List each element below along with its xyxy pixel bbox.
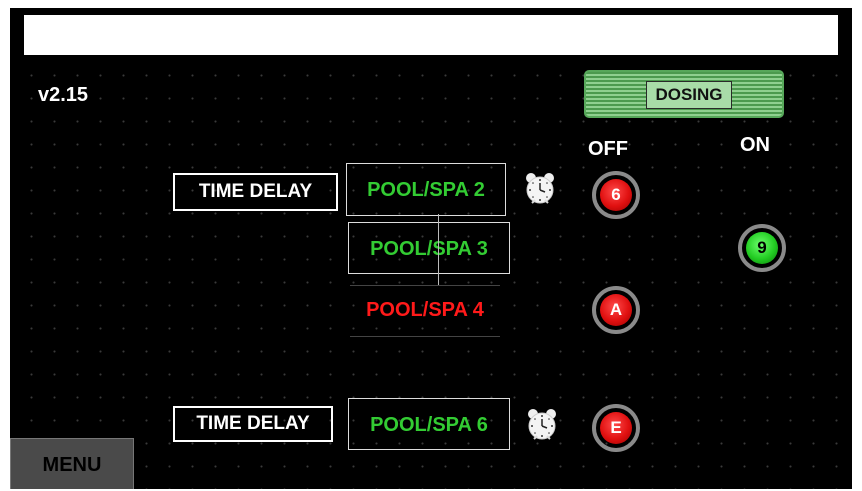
time-delay-button-1[interactable]: TIME DELAY [173,173,338,211]
pool-spa-4-label[interactable]: POOL/SPA 4 [350,292,500,328]
led-6-label: 6 [600,179,632,211]
menu-button[interactable]: MENU [10,438,134,489]
off-column-header: OFF [588,138,628,160]
pool-spa-2-button[interactable]: POOL/SPA 2 [346,163,506,216]
led-indicator-6[interactable]: 6 [592,171,640,219]
led-9-label: 9 [746,232,778,264]
led-indicator-e[interactable]: E [592,404,640,452]
led-a-label: A [600,294,632,326]
led-e-label: E [600,412,632,444]
alarm-clock-icon [528,409,556,440]
alarm-clock-icon [526,173,554,204]
pool-spa-3-button[interactable]: POOL/SPA 3 [348,222,510,274]
dosing-label: DOSING [646,81,732,109]
time-delay-button-2[interactable]: TIME DELAY [173,406,333,442]
on-column-header: ON [740,134,770,156]
row-divider [350,336,500,337]
version-label: v2.15 [38,84,89,106]
status-bar [24,15,838,55]
hmi-screen: v2.15 DOSING OFF ON TIME DELAY POOL/SPA … [10,8,852,489]
text-cursor-line [438,214,439,286]
row-divider [350,285,500,286]
led-indicator-9[interactable]: 9 [738,224,786,272]
led-indicator-a[interactable]: A [592,286,640,334]
dosing-button[interactable]: DOSING [584,70,784,118]
pool-spa-6-button[interactable]: POOL/SPA 6 [348,398,510,450]
